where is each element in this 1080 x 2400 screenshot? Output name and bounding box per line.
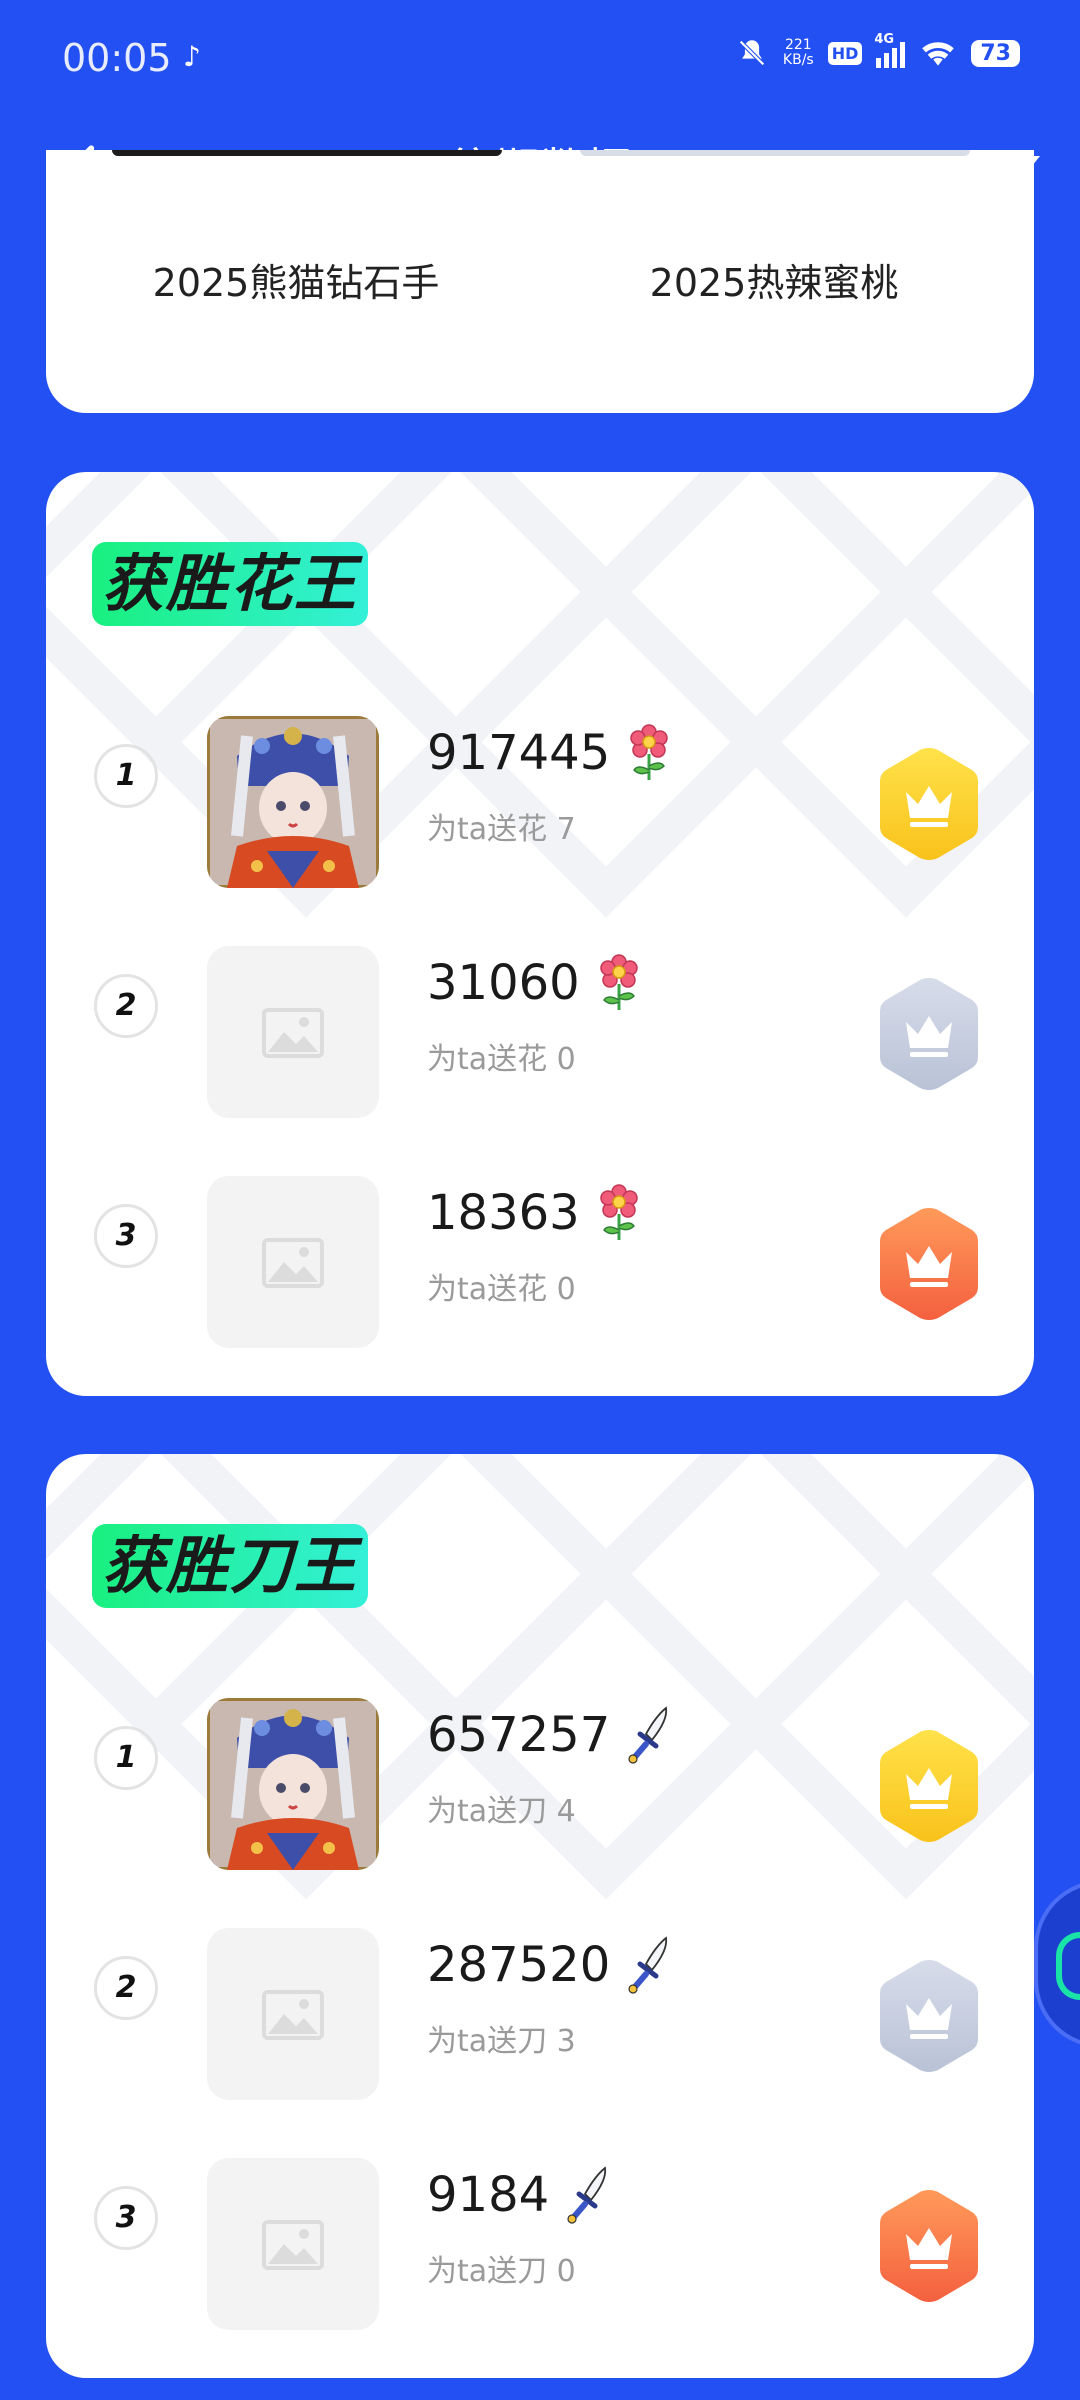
score-value: 9184 (427, 2167, 550, 2223)
avatar[interactable] (207, 1176, 379, 1348)
avatar[interactable] (207, 1928, 379, 2100)
score-value: 287520 (427, 1937, 611, 1993)
ranking-row[interactable]: 3 18363 为ta送花 0 (46, 1122, 1034, 1352)
status-time: 00:05 (62, 36, 172, 80)
flower-king-title: 获胜花王 (92, 542, 369, 626)
ranking-row[interactable]: 1 657257 为ta送刀 4 (46, 1644, 1034, 1874)
floating-side-button[interactable] (1034, 1880, 1080, 2048)
gift-count-text: 为ta送刀 0 (427, 2254, 576, 2289)
score-value: 31060 (427, 955, 580, 1011)
score-line: 9184 (427, 2166, 611, 2224)
ranking-row[interactable]: 3 9184 为ta送刀 0 (46, 2104, 1034, 2334)
top-card-item-label-1[interactable]: 2025熊猫钻石手 (106, 252, 486, 307)
top-card: 2025熊猫钻石手 2025热辣蜜桃 (46, 150, 1034, 413)
network-speed-unit: KB/s (782, 52, 814, 68)
rank-number: 3 (94, 1204, 158, 1268)
dagger-icon (628, 1936, 668, 1994)
gold-crown-medal-icon (880, 1730, 978, 1842)
user-avatar-portrait[interactable] (207, 716, 379, 888)
bell-mute-icon (739, 40, 765, 66)
score-value: 917445 (427, 725, 611, 781)
knife-king-card: 获胜刀王 1 657257 为ta送刀 4 2 287520 为ta送刀 3 3… (46, 1454, 1034, 2378)
top-card-item-image-2 (580, 150, 970, 156)
avatar[interactable] (207, 2158, 379, 2330)
side-bracket-icon (1056, 1932, 1080, 2000)
status-icons: 221 KB/s HD 4G 73 (735, 32, 1020, 70)
top-card-item-label-2[interactable]: 2025热辣蜜桃 (584, 252, 964, 307)
score-line: 917445 (427, 724, 672, 782)
silver-crown-medal-icon (880, 978, 978, 1090)
battery-indicator: 73 (971, 39, 1020, 67)
gift-count-text: 为ta送花 0 (427, 1042, 576, 1077)
score-line: 657257 (427, 1706, 672, 1764)
music-note-icon: ♪ (183, 40, 201, 73)
score-value: 18363 (427, 1185, 580, 1241)
status-bar: 00:05 ♪ 221 KB/s HD 4G 73 (0, 0, 1080, 120)
image-placeholder-icon (262, 2220, 324, 2270)
avatar[interactable] (207, 1698, 379, 1870)
cell-signal-icon: 4G (874, 32, 906, 68)
dagger-icon (628, 1706, 668, 1764)
score-line: 31060 (427, 954, 642, 1012)
score-line: 287520 (427, 1936, 672, 1994)
silver-crown-medal-icon (880, 1960, 978, 2072)
rank-number: 2 (94, 974, 158, 1038)
flower-icon (599, 954, 638, 1010)
ranking-row[interactable]: 2 31060 为ta送花 0 (46, 892, 1034, 1122)
rank-number: 1 (94, 1726, 158, 1790)
ranking-row[interactable]: 2 287520 为ta送刀 3 (46, 1874, 1034, 2104)
rank-number: 1 (94, 744, 158, 808)
top-card-item-image-1 (112, 150, 502, 156)
network-speed: 221 KB/s (783, 38, 814, 68)
wifi-icon (922, 42, 955, 66)
avatar[interactable] (207, 946, 379, 1118)
gift-count-text: 为ta送花 0 (427, 1272, 576, 1307)
rank-number: 2 (94, 1956, 158, 2020)
knife-king-title: 获胜刀王 (92, 1524, 369, 1608)
gift-count-text: 为ta送刀 3 (427, 2024, 576, 2059)
user-avatar-portrait[interactable] (207, 1698, 379, 1870)
flower-king-card: 获胜花王 1 917445 为ta送花 7 2 31060 为ta送花 0 3 … (46, 472, 1034, 1396)
gift-count-text: 为ta送花 7 (427, 812, 576, 847)
bronze-crown-medal-icon (880, 2190, 978, 2302)
network-type: 4G (874, 32, 895, 47)
rank-number: 3 (94, 2186, 158, 2250)
network-speed-value: 221 (784, 37, 812, 53)
ranking-row[interactable]: 1 917445 为ta送花 7 (46, 662, 1034, 892)
gold-crown-medal-icon (880, 748, 978, 860)
score-value: 657257 (427, 1707, 611, 1763)
image-placeholder-icon (262, 1990, 324, 2040)
image-placeholder-icon (262, 1238, 324, 1288)
avatar[interactable] (207, 716, 379, 888)
image-placeholder-icon (262, 1008, 324, 1058)
score-line: 18363 (427, 1184, 642, 1242)
dagger-icon (567, 2166, 607, 2224)
gift-count-text: 为ta送刀 4 (427, 1794, 576, 1829)
hd-badge: HD (827, 41, 863, 65)
flower-icon (630, 724, 668, 780)
flower-icon (599, 1184, 638, 1240)
bronze-crown-medal-icon (880, 1208, 978, 1320)
